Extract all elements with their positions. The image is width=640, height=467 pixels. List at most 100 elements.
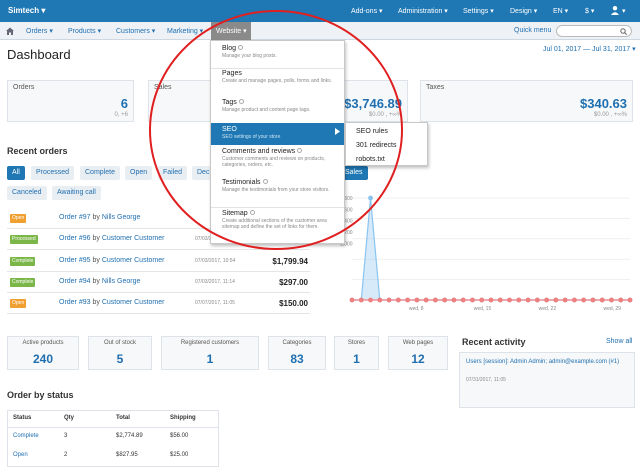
design-menu[interactable]: Design ▾ xyxy=(510,7,537,15)
order-row[interactable]: Complete Order #95 by Customer Customer 07… xyxy=(7,252,310,272)
series-point xyxy=(609,297,614,303)
stat-card[interactable]: Categories 83 xyxy=(268,336,326,370)
administration-menu[interactable]: Administration ▾ xyxy=(398,7,448,15)
language-menu[interactable]: EN ▾ xyxy=(553,7,568,15)
menu-item-blog-desc: Manage your blog posts. xyxy=(222,53,277,59)
filter-processed[interactable]: Processed xyxy=(31,166,75,180)
stat-card[interactable]: Registered customers 1 xyxy=(161,336,259,370)
menu-item-comments[interactable]: Comments and reviews Customer comments a… xyxy=(211,148,344,178)
submenu-301-redirects[interactable]: 301 redirects xyxy=(356,142,396,149)
status-open-shipping: $25.00 xyxy=(170,452,189,458)
series-point xyxy=(405,297,410,303)
submenu-seo-rules[interactable]: SEO rules xyxy=(356,128,388,135)
order-amount: $150.00 xyxy=(279,299,308,308)
search-icon[interactable] xyxy=(620,28,628,36)
order-link[interactable]: Order #93 by Customer Customer xyxy=(59,299,164,306)
orders-card-change: 0, +6 xyxy=(114,112,128,118)
order-customer-name[interactable]: Customer Customer xyxy=(102,235,165,242)
order-link[interactable]: Order #97 by Nills George xyxy=(59,214,140,221)
menu-item-tags-title: Tags xyxy=(222,99,237,106)
recent-activity-title: Recent activity xyxy=(462,337,526,347)
menu-item-sitemap-title: Sitemap xyxy=(222,210,248,217)
filter-complete[interactable]: Complete xyxy=(80,166,120,180)
status-open-link[interactable]: Open xyxy=(13,452,28,458)
filter-failed[interactable]: Failed xyxy=(158,166,188,180)
help-icon[interactable] xyxy=(262,179,268,184)
customers-menu[interactable]: Customers ▾ xyxy=(116,27,155,35)
menu-item-pages[interactable]: Pages Create and manage pages, polls, fo… xyxy=(211,70,344,98)
series-point xyxy=(497,297,503,303)
show-all-link[interactable]: Show all xyxy=(606,338,632,345)
order-number[interactable]: Order #96 xyxy=(59,235,91,242)
stat-card[interactable]: Out of stock 5 xyxy=(88,336,152,370)
seo-submenu: SEO rules 301 redirects robots.txt xyxy=(345,122,428,166)
col-qty: Qty xyxy=(64,415,75,421)
user-icon[interactable] xyxy=(610,5,620,15)
products-menu[interactable]: Products ▾ xyxy=(68,27,101,35)
status-complete-link[interactable]: Complete xyxy=(13,433,39,439)
quick-menu[interactable]: Quick menu xyxy=(514,27,551,34)
order-status-badge: Processed xyxy=(10,235,38,244)
series-point xyxy=(599,297,605,303)
menu-item-testimonials[interactable]: Testimonials Manage the testimonials fro… xyxy=(211,179,344,207)
order-number[interactable]: Order #93 xyxy=(59,299,91,306)
order-customer-name[interactable]: Nills George xyxy=(102,278,141,285)
order-customer-name[interactable]: Customer Customer xyxy=(102,299,165,306)
filter-awaiting-call[interactable]: Awaiting call xyxy=(52,186,101,200)
stat-value: 12 xyxy=(411,352,425,366)
status-complete-shipping: $56.00 xyxy=(170,433,189,439)
activity-text[interactable]: Users [session]: Admin Admin; admin@exam… xyxy=(466,358,626,366)
order-by-status-title: Order by status xyxy=(7,390,74,400)
order-date: 07/07/2017, 11:05 xyxy=(195,300,235,306)
order-number[interactable]: Order #94 xyxy=(59,278,91,285)
help-icon[interactable] xyxy=(238,99,244,104)
order-customer-name[interactable]: Nills George xyxy=(102,214,141,221)
marketing-menu[interactable]: Marketing ▾ xyxy=(167,27,203,35)
status-complete-total: $2,774.89 xyxy=(116,433,143,439)
series-point xyxy=(368,195,373,201)
order-number[interactable]: Order #97 xyxy=(59,214,91,221)
currency-menu[interactable]: $ ▾ xyxy=(585,7,594,15)
store-selector[interactable]: Simtech ▾ xyxy=(8,6,45,15)
stat-card[interactable]: Stores 1 xyxy=(334,336,379,370)
help-icon[interactable] xyxy=(249,210,255,215)
x-tick-label: wed, 8 xyxy=(409,306,424,312)
filter-all[interactable]: All xyxy=(7,166,25,180)
taxes-card[interactable]: Taxes $340.63 $0.00 , +∞% xyxy=(420,80,633,122)
menu-item-seo[interactable]: SEO SEO settings of your store xyxy=(211,123,344,145)
order-row[interactable]: Open Order #93 by Customer Customer 07/07/… xyxy=(7,294,310,314)
menu-item-tags[interactable]: Tags Manage product and content page tag… xyxy=(211,99,344,123)
stat-card[interactable]: Active products 240 xyxy=(7,336,79,370)
series-point xyxy=(516,297,522,303)
filter-open[interactable]: Open xyxy=(125,166,153,180)
order-customer-name[interactable]: Customer Customer xyxy=(102,257,165,264)
settings-menu[interactable]: Settings ▾ xyxy=(463,7,494,15)
filter-canceled[interactable]: Canceled xyxy=(7,186,47,200)
help-icon[interactable] xyxy=(297,148,303,153)
orders-card[interactable]: Orders 6 0, +6 xyxy=(7,80,134,122)
submenu-robots-txt[interactable]: robots.txt xyxy=(356,156,385,163)
series-line xyxy=(352,197,630,301)
orders-menu[interactable]: Orders ▾ xyxy=(26,27,53,35)
date-range-picker[interactable]: Jul 01, 2017 — Jul 31, 2017 ▾ xyxy=(543,45,636,53)
home-icon[interactable] xyxy=(6,27,14,35)
addons-menu[interactable]: Add-ons ▾ xyxy=(351,7,383,15)
search-input[interactable] xyxy=(556,25,632,37)
order-link[interactable]: Order #94 by Nills George xyxy=(59,278,140,285)
series-point xyxy=(423,297,429,303)
menu-item-sitemap[interactable]: Sitemap Create additional sections of th… xyxy=(211,210,344,243)
user-menu-caret[interactable]: ▾ xyxy=(622,7,626,15)
order-link[interactable]: Order #96 by Customer Customer xyxy=(59,235,164,242)
taxes-card-label: Taxes xyxy=(426,84,445,91)
help-icon[interactable] xyxy=(238,45,244,50)
series-point xyxy=(534,297,540,303)
order-row[interactable]: Complete Order #94 by Nills George 07/03/2… xyxy=(7,273,310,293)
stat-card[interactable]: Web pages 12 xyxy=(388,336,448,370)
stat-value: 1 xyxy=(353,352,360,366)
order-status-badge: Open xyxy=(10,299,27,308)
website-menu[interactable]: Website ▾ xyxy=(216,27,247,35)
menu-item-blog[interactable]: Blog Manage your blog posts. xyxy=(211,45,344,69)
order-link[interactable]: Order #95 by Customer Customer xyxy=(59,257,164,264)
order-number[interactable]: Order #95 xyxy=(59,257,91,264)
stat-label: Out of stock xyxy=(103,340,136,346)
